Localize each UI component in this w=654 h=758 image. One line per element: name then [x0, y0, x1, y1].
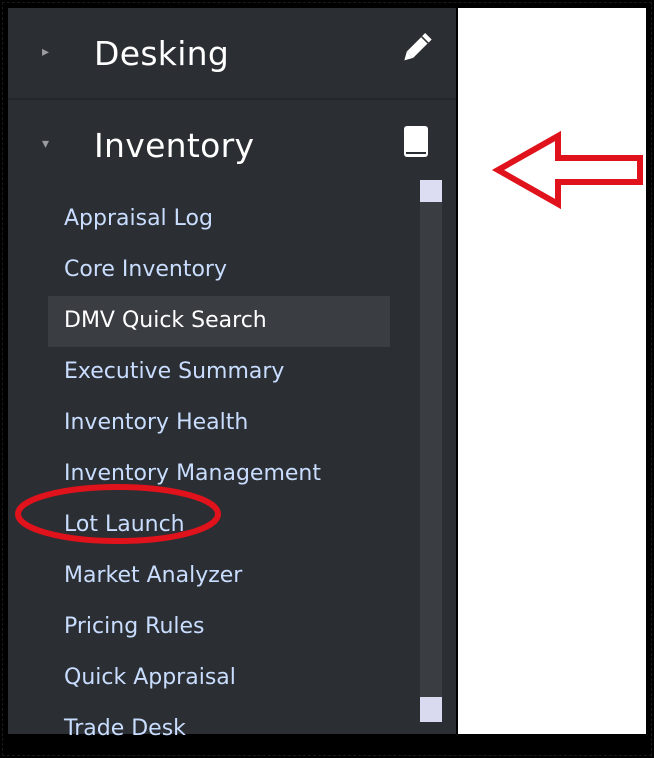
section-desking[interactable]: ▸ Desking: [8, 8, 456, 94]
menu-item-core-inventory[interactable]: Core Inventory: [48, 245, 428, 296]
menu-item-executive-summary[interactable]: Executive Summary: [48, 347, 428, 398]
menu-item-market-analyzer[interactable]: Market Analyzer: [48, 551, 428, 602]
menu-item-appraisal-log[interactable]: Appraisal Log: [48, 194, 428, 245]
section-title-inventory: Inventory: [94, 126, 255, 165]
scrollbar-up-button[interactable]: [420, 180, 442, 202]
scrollbar-thumb[interactable]: [420, 697, 442, 722]
section-title-desking: Desking: [94, 34, 230, 73]
annotation-arrow-icon: [491, 130, 643, 210]
content-panel: [458, 8, 646, 734]
section-inventory[interactable]: ▾ Inventory: [8, 104, 456, 190]
section-divider: [8, 98, 456, 100]
menu-item-quick-appraisal[interactable]: Quick Appraisal: [48, 653, 428, 704]
caret-down-icon: ▾: [42, 136, 50, 152]
scrollbar-track[interactable]: [420, 180, 442, 720]
pencil-icon[interactable]: [396, 28, 436, 68]
book-icon[interactable]: [396, 122, 436, 162]
inventory-menu: Appraisal Log Core Inventory DMV Quick S…: [48, 194, 428, 755]
screenshot-frame: ▸ Desking ▾ Inventory Appraisal Log Core…: [0, 0, 654, 758]
caret-right-icon: ▸: [42, 44, 50, 60]
menu-item-pricing-rules[interactable]: Pricing Rules: [48, 602, 428, 653]
menu-item-trade-desk[interactable]: Trade Desk: [48, 704, 428, 755]
menu-item-dmv-quick-search[interactable]: DMV Quick Search: [48, 296, 390, 347]
annotation-ellipse-icon: [15, 484, 221, 544]
menu-item-inventory-health[interactable]: Inventory Health: [48, 398, 428, 449]
sidebar: ▸ Desking ▾ Inventory Appraisal Log Core…: [8, 8, 456, 741]
